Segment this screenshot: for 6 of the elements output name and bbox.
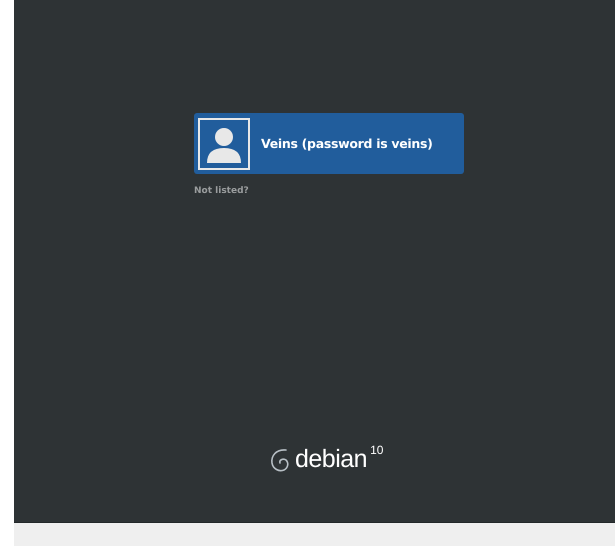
logo-wordmark: debian [295,445,368,474]
version-number: 10 [370,443,384,457]
user-item[interactable]: Veins (password is veins) [194,113,464,174]
user-avatar-icon [198,118,250,170]
user-name: Veins (password is veins) [261,136,433,151]
not-listed-link[interactable]: Not listed? [194,186,249,196]
